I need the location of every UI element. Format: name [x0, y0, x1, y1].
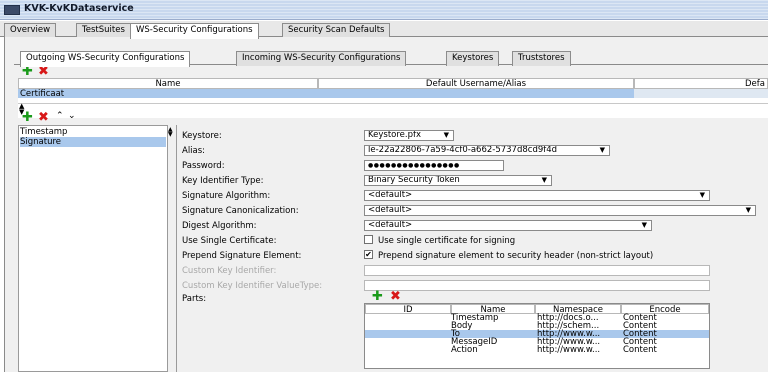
entries-list [18, 125, 168, 372]
signature-canonicalization-label: Signature Canonicalization: [182, 206, 299, 216]
keystore-select[interactable]: Keystore.pfx ▼ [364, 130, 454, 141]
prepend-signature-element-label: Prepend Signature Element: [182, 251, 302, 261]
config-row-name: Certificaat [20, 89, 65, 99]
window-icon [4, 5, 20, 15]
sub-tab-bar: Outgoing WS-Security Configurations Inco… [14, 49, 768, 67]
remove-config-icon[interactable]: ✖ [38, 65, 49, 78]
password-field[interactable]: ●●●●●●●●●●●●●●●● [364, 160, 504, 171]
alias-label: Alias: [182, 146, 206, 156]
tab-incoming-ws-security[interactable]: Incoming WS-Security Configurations [236, 51, 407, 66]
checkmark-icon: ✔ [365, 250, 372, 259]
tab-keystores[interactable]: Keystores [446, 51, 500, 66]
config-col-name[interactable]: Name [18, 78, 318, 89]
config-col-default-username[interactable]: Default Username/Alias [318, 78, 634, 89]
chevron-down-icon: ▼ [443, 131, 449, 139]
remove-entry-icon[interactable]: ✖ [38, 111, 49, 124]
signature-algorithm-select[interactable]: <default> ▼ [364, 190, 710, 201]
signature-algorithm-label: Signature Algorithm: [182, 191, 271, 201]
config-col-default-truncated[interactable]: Defa [634, 78, 768, 89]
custom-key-identifier-input[interactable] [364, 265, 710, 276]
tab-security-scan-defaults[interactable]: Security Scan Defaults [282, 23, 391, 38]
entry-signature[interactable]: Signature [20, 137, 166, 147]
config-row-selected[interactable]: Certificaat [18, 89, 634, 99]
chevron-down-icon: ▼ [541, 176, 547, 184]
parts-row[interactable]: Action http://www.w... Content [365, 345, 709, 355]
collapse-arrows-icon[interactable]: ▲ ▼ [168, 127, 174, 138]
digest-algorithm-label: Digest Algorithm: [182, 221, 257, 231]
config-row-extra-cell [634, 89, 768, 98]
prepend-signature-element-text: Prepend signature element to security he… [378, 251, 654, 261]
add-part-icon[interactable]: ✚ [372, 290, 383, 303]
tab-testsuites[interactable]: TestSuites [76, 23, 131, 38]
add-entry-icon[interactable]: ✚ [22, 111, 33, 124]
config-table-bottom [18, 103, 768, 104]
parts-label: Parts: [182, 294, 207, 304]
use-single-certificate-checkbox[interactable] [364, 235, 373, 244]
main-tab-bar: Overview TestSuites WS-Security Configur… [0, 21, 768, 39]
tab-truststores[interactable]: Truststores [512, 51, 571, 66]
move-down-icon[interactable]: ⌄ [68, 111, 76, 121]
chevron-down-icon: ▼ [599, 146, 605, 154]
chevron-down-icon: ▼ [745, 206, 751, 214]
signature-canonicalization-select[interactable]: <default> ▼ [364, 205, 756, 216]
custom-key-identifier-valuetype-label: Custom Key Identifier ValueType: [182, 281, 323, 291]
digest-algorithm-select[interactable]: <default> ▼ [364, 220, 652, 231]
alias-select[interactable]: le-22a22806-7a59-4cf0-a662-5737d8cd9f4d ▼ [364, 145, 610, 156]
custom-key-identifier-valuetype-input[interactable] [364, 280, 710, 291]
window-title: KVK-KvKDataservice [24, 3, 134, 14]
remove-part-icon[interactable]: ✖ [390, 290, 401, 303]
entry-timestamp[interactable]: Timestamp [20, 127, 166, 137]
use-single-certificate-label: Use Single Certificate: [182, 236, 277, 246]
tab-overview[interactable]: Overview [4, 23, 57, 38]
move-up-icon[interactable]: ⌃ [56, 111, 64, 121]
chevron-down-icon: ▼ [641, 221, 647, 229]
use-single-certificate-text: Use single certificate for signing [378, 236, 516, 246]
keystore-label: Keystore: [182, 131, 222, 141]
parts-col-id[interactable]: ID [365, 304, 451, 315]
key-identifier-type-label: Key Identifier Type: [182, 176, 264, 186]
password-label: Password: [182, 161, 225, 171]
chevron-down-icon: ▼ [699, 191, 705, 199]
tab-outgoing-ws-security[interactable]: Outgoing WS-Security Configurations [20, 51, 191, 67]
custom-key-identifier-label: Custom Key Identifier: [182, 266, 277, 276]
key-identifier-type-select[interactable]: Binary Security Token ▼ [364, 175, 552, 186]
prepend-signature-element-checkbox[interactable]: ✔ [364, 250, 373, 259]
add-config-icon[interactable]: ✚ [22, 65, 33, 78]
tab-ws-security-configurations[interactable]: WS-Security Configurations [130, 23, 259, 39]
